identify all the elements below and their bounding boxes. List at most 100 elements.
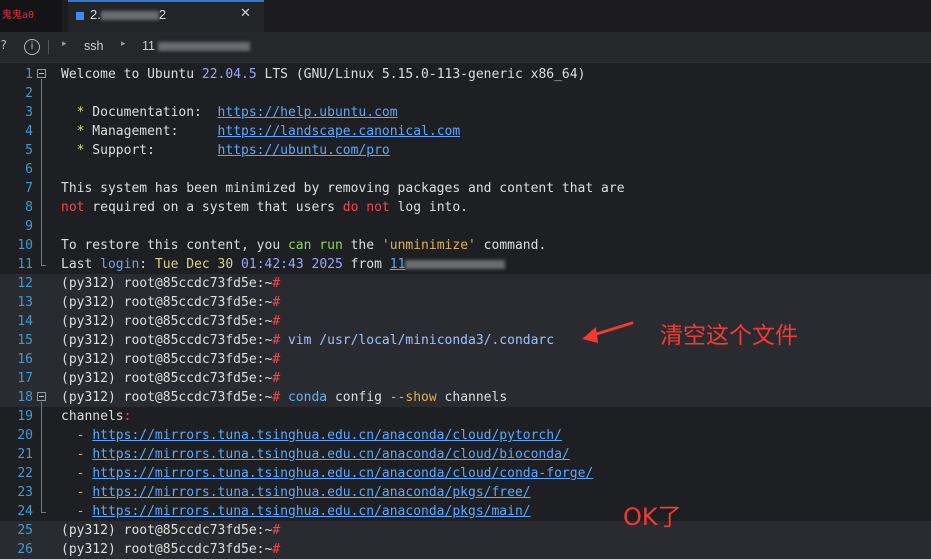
- terminal-line-text: * Management: https://landscape.canonica…: [76, 124, 461, 139]
- line-number: 3: [25, 105, 33, 120]
- terminal-line: 5 * Support: https://ubuntu.com/pro: [0, 141, 931, 160]
- session-icon: [76, 12, 84, 20]
- terminal-line-text: - https://mirrors.tuna.tsinghua.edu.cn/a…: [76, 447, 570, 462]
- line-number: 22: [17, 466, 33, 481]
- terminal-line: 1 Welcome to Ubuntu 22.04.5 LTS (GNU/Linu…: [0, 65, 931, 84]
- terminal-line-text: * Documentation: https://help.ubuntu.com: [76, 105, 398, 120]
- terminal-line: 26 (py312) root@85ccdc73fd5e:~#: [0, 540, 931, 559]
- line-number: 10: [17, 238, 33, 253]
- terminal-line-text: (py312) root@85ccdc73fd5e:~# vim /usr/lo…: [61, 333, 555, 348]
- terminal-line: 13 (py312) root@85ccdc73fd5e:~#: [0, 293, 931, 312]
- line-number: 12: [17, 276, 33, 291]
- panel-toggle-icon[interactable]: ?: [0, 38, 7, 52]
- line-number: 25: [17, 523, 33, 538]
- terminal-line: 21 - https://mirrors.tuna.tsinghua.edu.c…: [0, 445, 931, 464]
- terminal-line-text: (py312) root@85ccdc73fd5e:~# conda confi…: [61, 390, 508, 405]
- terminal-line: 23 - https://mirrors.tuna.tsinghua.edu.c…: [0, 483, 931, 502]
- terminal-line: 4 * Management: https://landscape.canoni…: [0, 122, 931, 141]
- tab-title: 2. 2: [90, 7, 167, 22]
- annotation-ok: OK了: [623, 503, 682, 531]
- fold-guide: [41, 79, 42, 265]
- chevron-right-icon: ▸: [62, 39, 67, 49]
- terminal-line: 6: [0, 160, 931, 179]
- line-number: 24: [17, 504, 33, 519]
- terminal-line: 20 - https://mirrors.tuna.tsinghua.edu.c…: [0, 426, 931, 445]
- terminal-line-text: (py312) root@85ccdc73fd5e:~#: [61, 542, 281, 557]
- line-number: 20: [17, 428, 33, 443]
- terminal-line-text: - https://mirrors.tuna.tsinghua.edu.cn/a…: [76, 504, 531, 519]
- terminal-line: 19 channels:: [0, 407, 931, 426]
- annotation-clear-file: 清空这个文件: [660, 323, 798, 349]
- terminal-line-text: (py312) root@85ccdc73fd5e:~#: [61, 295, 281, 310]
- terminal-line-text: (py312) root@85ccdc73fd5e:~#: [61, 371, 281, 386]
- terminal-line-text: (py312) root@85ccdc73fd5e:~#: [61, 314, 281, 329]
- info-icon[interactable]: i: [24, 39, 40, 55]
- tab-active[interactable]: 2. 2 ✕: [68, 0, 264, 32]
- arrow-annotation: [582, 321, 634, 343]
- line-number: 26: [17, 542, 33, 557]
- line-number: 17: [17, 371, 33, 386]
- close-icon[interactable]: ✕: [240, 6, 251, 21]
- divider: [48, 40, 49, 54]
- redacted-text: [100, 11, 159, 21]
- fold-toggle-icon[interactable]: [37, 69, 46, 78]
- line-number: 6: [25, 162, 33, 177]
- line-number: 4: [25, 124, 33, 139]
- terminal-line-text: not required on a system that users do n…: [61, 200, 469, 215]
- terminal-line-text: Last login: Tue Dec 30 01:42:43 2025 fro…: [61, 255, 506, 274]
- terminal-output[interactable]: 1 Welcome to Ubuntu 22.04.5 LTS (GNU/Linu…: [0, 63, 931, 559]
- line-number: 16: [17, 352, 33, 367]
- line-number: 8: [25, 200, 33, 215]
- terminal-line-text: - https://mirrors.tuna.tsinghua.edu.cn/a…: [76, 466, 594, 481]
- terminal-line: 3 * Documentation: https://help.ubuntu.c…: [0, 103, 931, 122]
- terminal-line-text: channels:: [61, 409, 132, 424]
- terminal-line: 12 (py312) root@85ccdc73fd5e:~#: [0, 274, 931, 293]
- line-number: 18: [17, 390, 33, 405]
- terminal-line: 10 To restore this content, you can run t…: [0, 236, 931, 255]
- terminal-line-text: - https://mirrors.tuna.tsinghua.edu.cn/a…: [76, 485, 531, 500]
- fold-guide-end: [41, 512, 46, 513]
- line-number: 23: [17, 485, 33, 500]
- tab-previous[interactable]: 鬼鬼a0: [0, 0, 62, 32]
- chevron-right-icon: ▸: [121, 39, 126, 49]
- terminal-line-text: Welcome to Ubuntu 22.04.5 LTS (GNU/Linux…: [61, 67, 586, 82]
- line-number: 1: [25, 67, 33, 82]
- terminal-line-text: (py312) root@85ccdc73fd5e:~#: [61, 352, 281, 367]
- redacted-text: [405, 260, 506, 269]
- terminal-line: 25 (py312) root@85ccdc73fd5e:~#: [0, 521, 931, 540]
- terminal-line: 18 (py312) root@85ccdc73fd5e:~# conda con…: [0, 388, 931, 407]
- line-number: 7: [25, 181, 33, 196]
- terminal-line: 16 (py312) root@85ccdc73fd5e:~#: [0, 350, 931, 369]
- terminal-line-text: - https://mirrors.tuna.tsinghua.edu.cn/a…: [76, 428, 562, 443]
- fold-guide: [41, 402, 42, 512]
- terminal-line-text: To restore this content, you can run the…: [61, 238, 547, 253]
- line-number: 2: [25, 86, 33, 101]
- terminal-line-text: * Support: https://ubuntu.com/pro: [76, 143, 390, 158]
- terminal-line: 22 - https://mirrors.tuna.tsinghua.edu.c…: [0, 464, 931, 483]
- terminal-line: 7 This system has been minimized by remov…: [0, 179, 931, 198]
- terminal-line-text: (py312) root@85ccdc73fd5e:~#: [61, 276, 281, 291]
- tab-previous-label: 鬼鬼a0: [2, 10, 35, 21]
- line-number: 9: [25, 219, 33, 234]
- fold-guide-end: [41, 265, 46, 266]
- terminal-line-text: (py312) root@85ccdc73fd5e:~#: [61, 523, 281, 538]
- tab-bar: 鬼鬼a0 2. 2 ✕: [0, 0, 931, 32]
- terminal-line-text: This system has been minimized by removi…: [61, 181, 625, 196]
- line-number: 15: [17, 333, 33, 348]
- line-number: 5: [25, 143, 33, 158]
- terminal-line: 9: [0, 217, 931, 236]
- fold-toggle-icon[interactable]: [37, 392, 46, 401]
- line-number: 14: [17, 314, 33, 329]
- redacted-text: [157, 42, 250, 52]
- line-number: 19: [17, 409, 33, 424]
- line-number: 21: [17, 447, 33, 462]
- breadcrumb-ssh[interactable]: ssh: [84, 39, 103, 53]
- terminal-line: 8 not required on a system that users do …: [0, 198, 931, 217]
- breadcrumb: ? i ▸ ssh ▸ 11: [0, 32, 931, 63]
- line-number: 11: [17, 257, 33, 272]
- line-number: 13: [17, 295, 33, 310]
- breadcrumb-host[interactable]: 11: [142, 39, 250, 53]
- terminal-line: 2: [0, 84, 931, 103]
- terminal-line: 24 - https://mirrors.tuna.tsinghua.edu.c…: [0, 502, 931, 521]
- terminal-line: 11 Last login: Tue Dec 30 01:42:43 2025 f…: [0, 255, 931, 274]
